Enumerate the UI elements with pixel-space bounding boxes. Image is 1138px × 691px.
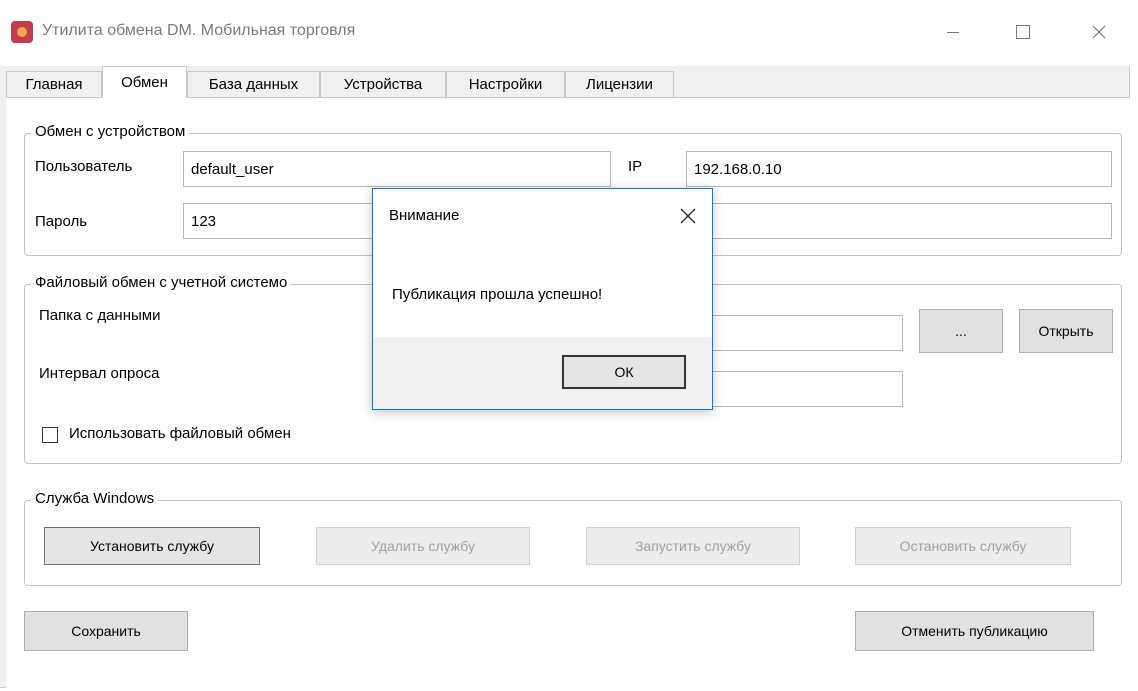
windows-service-legend: Служба Windows bbox=[31, 490, 159, 507]
user-input[interactable]: default_user bbox=[183, 151, 611, 187]
device-exchange-legend: Обмен с устройством bbox=[31, 123, 190, 140]
window-title: Утилита обмена DM. Мобильная торговля bbox=[42, 22, 356, 39]
cancel-publication-button[interactable]: Отменить публикацию bbox=[855, 611, 1094, 651]
close-button[interactable] bbox=[1076, 14, 1122, 50]
dialog-close-button[interactable] bbox=[675, 203, 701, 229]
dialog-title: Внимание bbox=[389, 207, 460, 224]
start-service-button[interactable]: Запустить службу bbox=[586, 527, 800, 565]
install-service-button[interactable]: Установить службу bbox=[44, 527, 260, 565]
use-file-exchange-label: Использовать файловый обмен bbox=[69, 425, 291, 442]
message-dialog: Внимание Публикация прошла успешно! ОК bbox=[372, 188, 713, 410]
minimize-button[interactable] bbox=[930, 14, 976, 50]
file-exchange-legend: Файловый обмен с учетной системо bbox=[31, 274, 292, 291]
ip-input[interactable]: 192.168.0.10 bbox=[686, 151, 1112, 187]
tab-settings[interactable]: Настройки bbox=[446, 71, 565, 97]
maximize-icon bbox=[1016, 25, 1030, 39]
user-label: Пользователь bbox=[35, 158, 133, 175]
port-input[interactable]: 02 bbox=[686, 203, 1112, 239]
ip-label: IP bbox=[628, 158, 643, 175]
password-label: Пароль bbox=[35, 213, 88, 230]
tab-exchange[interactable]: Обмен bbox=[102, 66, 187, 98]
windows-service-group: Служба Windows Установить службу Удалить… bbox=[24, 490, 1122, 586]
stop-service-button[interactable]: Остановить службу bbox=[855, 527, 1071, 565]
save-button[interactable]: Сохранить bbox=[24, 611, 188, 651]
app-logo-icon bbox=[11, 21, 33, 43]
poll-interval-input[interactable] bbox=[685, 371, 903, 407]
dialog-footer: ОК bbox=[373, 337, 712, 409]
tab-database[interactable]: База данных bbox=[187, 71, 320, 97]
browse-button[interactable]: ... bbox=[919, 309, 1003, 353]
close-icon bbox=[680, 208, 696, 224]
poll-interval-label: Интервал опроса bbox=[39, 365, 160, 382]
open-folder-button[interactable]: Открыть bbox=[1019, 309, 1113, 353]
data-folder-label: Папка с данными bbox=[39, 307, 161, 324]
data-folder-input[interactable] bbox=[685, 315, 903, 351]
maximize-button[interactable] bbox=[1000, 14, 1046, 50]
close-icon bbox=[1092, 25, 1106, 39]
ok-button[interactable]: ОК bbox=[562, 355, 686, 389]
tab-licenses[interactable]: Лицензии bbox=[565, 71, 674, 97]
use-file-exchange-checkbox[interactable] bbox=[42, 427, 58, 443]
title-bar: Утилита обмена DM. Мобильная торговля bbox=[0, 0, 1130, 66]
tab-main[interactable]: Главная bbox=[6, 71, 102, 97]
tab-devices[interactable]: Устройства bbox=[320, 71, 446, 97]
delete-service-button[interactable]: Удалить службу bbox=[316, 527, 530, 565]
dialog-message: Публикация прошла успешно! bbox=[392, 286, 603, 303]
minimize-icon bbox=[947, 31, 959, 33]
